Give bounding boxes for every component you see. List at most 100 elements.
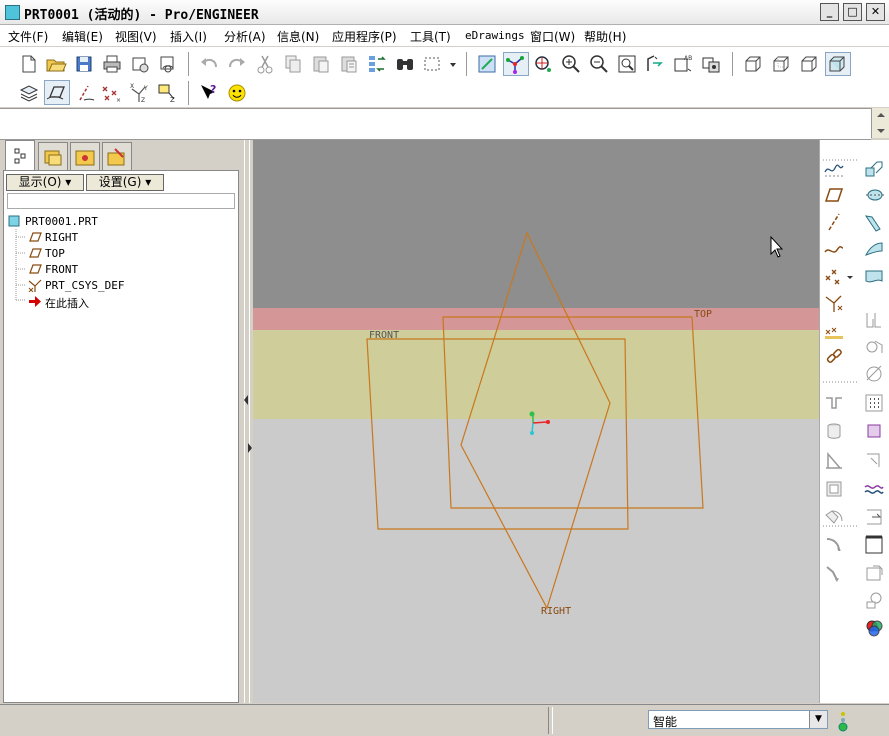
menu-info[interactable]: 信息(N) [277, 28, 319, 45]
rib-tool-icon[interactable] [823, 449, 845, 471]
merge-tool-icon[interactable] [863, 336, 885, 358]
print-icon[interactable] [101, 53, 123, 75]
annotation-display-icon[interactable]: Z [156, 82, 178, 104]
variable-sweep-icon[interactable] [863, 211, 885, 233]
selection-filter-dropdown[interactable]: 智能 ▼ [648, 710, 828, 729]
saved-views-icon[interactable]: AB [672, 53, 694, 75]
boundary-blend-icon[interactable] [863, 238, 885, 260]
minimize-button[interactable]: _ [820, 3, 839, 21]
zoom-out-icon[interactable] [588, 53, 610, 75]
datum-axis-tool-icon[interactable] [823, 211, 845, 233]
tab-model-tree[interactable] [5, 140, 35, 170]
menu-analysis[interactable]: 分析(A) [224, 28, 266, 45]
menu-insert[interactable]: 插入(I) [170, 28, 207, 45]
zoom-in-icon[interactable] [560, 53, 582, 75]
chevron-down-icon[interactable]: ▼ [809, 711, 827, 728]
select-box-icon[interactable] [422, 53, 444, 75]
context-help-icon[interactable]: ? [198, 82, 220, 104]
copy-icon[interactable] [282, 53, 304, 75]
reorient-icon[interactable] [644, 53, 666, 75]
tab-connections[interactable] [102, 142, 132, 170]
style-surface-icon[interactable] [863, 265, 885, 287]
hidden-line-icon[interactable] [770, 53, 792, 75]
datum-plane-tool-icon[interactable] [823, 184, 845, 206]
draft-tool-icon[interactable] [823, 478, 845, 500]
panel-sash[interactable] [241, 140, 253, 703]
send-mail-icon[interactable] [129, 53, 151, 75]
select-dropdown-icon[interactable] [447, 53, 459, 75]
trim-tool-icon[interactable] [863, 363, 885, 385]
smiley-feedback-icon[interactable] [226, 82, 248, 104]
graphics-window[interactable]: RIGHT TOP FRONT [253, 140, 819, 703]
shell-tool-icon[interactable] [823, 420, 845, 442]
show-dropdown-button[interactable]: 显示(O) ▾ [6, 174, 84, 191]
repaint-icon[interactable] [476, 53, 498, 75]
refit-icon[interactable] [616, 53, 638, 75]
paste-icon[interactable] [310, 53, 332, 75]
close-button[interactable]: ✕ [866, 3, 885, 21]
pattern-tool-icon[interactable] [863, 392, 885, 414]
extend-tool-icon[interactable] [863, 506, 885, 528]
datum-point-display-icon[interactable]: × [100, 82, 122, 104]
datum-plane-display-icon[interactable] [44, 80, 70, 105]
maximize-button[interactable]: □ [843, 3, 862, 21]
round-tool-icon[interactable] [823, 506, 845, 528]
collapse-left-icon[interactable] [241, 390, 253, 410]
layers-icon[interactable] [18, 82, 40, 104]
plane-label-front: FRONT [369, 330, 399, 341]
datum-curve-tool-icon[interactable] [823, 238, 845, 260]
menu-window[interactable]: 窗口(W) [530, 28, 575, 45]
menu-edrawings[interactable]: eDrawings [465, 29, 525, 42]
new-file-icon[interactable] [18, 53, 40, 75]
hole-tool-icon[interactable] [823, 392, 845, 414]
menu-file[interactable]: 文件(F) [8, 28, 48, 45]
undo-icon[interactable] [198, 53, 220, 75]
no-hidden-icon[interactable] [798, 53, 820, 75]
cut-icon[interactable] [254, 53, 276, 75]
datum-point-dropdown-icon[interactable] [845, 265, 855, 287]
chamfer-tool-icon[interactable] [823, 534, 845, 556]
tab-favorites[interactable] [70, 142, 100, 170]
mail-link-icon[interactable] [157, 53, 179, 75]
datum-point-tool-icon[interactable] [823, 265, 845, 287]
tab-folder-browser[interactable] [38, 142, 68, 170]
menu-view[interactable]: 视图(V) [115, 28, 157, 45]
tree-item-label: FRONT [45, 263, 79, 276]
extrude-tool-icon[interactable] [863, 157, 885, 179]
redo-icon[interactable] [226, 53, 248, 75]
menu-applications[interactable]: 应用程序(P) [332, 28, 397, 45]
project-tool-icon[interactable] [863, 590, 885, 612]
shading-icon[interactable] [825, 52, 851, 76]
wave-surface-icon[interactable] [863, 478, 885, 500]
save-icon[interactable] [73, 53, 95, 75]
menu-edit[interactable]: 编辑(E) [62, 28, 103, 45]
thicken-tool-icon[interactable] [863, 420, 885, 442]
csys-display-icon[interactable]: Y XZ [128, 82, 150, 104]
csys-tool-icon[interactable] [823, 292, 845, 314]
spin-center-icon[interactable] [503, 52, 529, 76]
intersect-tool-icon[interactable] [863, 562, 885, 584]
settings-dropdown-button[interactable]: 设置(G) ▾ [86, 174, 164, 191]
tree-filter-field[interactable] [7, 193, 235, 209]
regenerate-icon[interactable] [366, 53, 388, 75]
graphics-canvas[interactable]: RIGHT TOP FRONT [253, 140, 819, 703]
revolve-tool-icon[interactable] [863, 184, 885, 206]
appearance-gallery-icon[interactable] [863, 617, 885, 639]
sketch-datum-curve-icon[interactable] [823, 157, 845, 179]
solidify-tool-icon[interactable] [863, 534, 885, 556]
chain-feature-icon[interactable] [823, 346, 845, 368]
paste-special-icon[interactable] [338, 53, 360, 75]
orient-mode-icon[interactable] [532, 53, 554, 75]
menu-tools[interactable]: 工具(T) [410, 28, 451, 45]
offset-tool-icon[interactable] [863, 449, 885, 471]
view-manager-icon[interactable] [700, 53, 722, 75]
wireframe-icon[interactable] [742, 53, 764, 75]
analysis-feature-icon[interactable] [823, 319, 845, 341]
mirror-tool-icon[interactable] [863, 309, 885, 331]
datum-axis-display-icon[interactable] [74, 82, 96, 104]
message-scrollbar[interactable] [871, 108, 889, 138]
menu-help[interactable]: 帮助(H) [584, 28, 626, 45]
find-binoculars-icon[interactable] [394, 53, 416, 75]
open-folder-icon[interactable] [45, 53, 67, 75]
sweep-tool-icon[interactable] [823, 562, 845, 584]
